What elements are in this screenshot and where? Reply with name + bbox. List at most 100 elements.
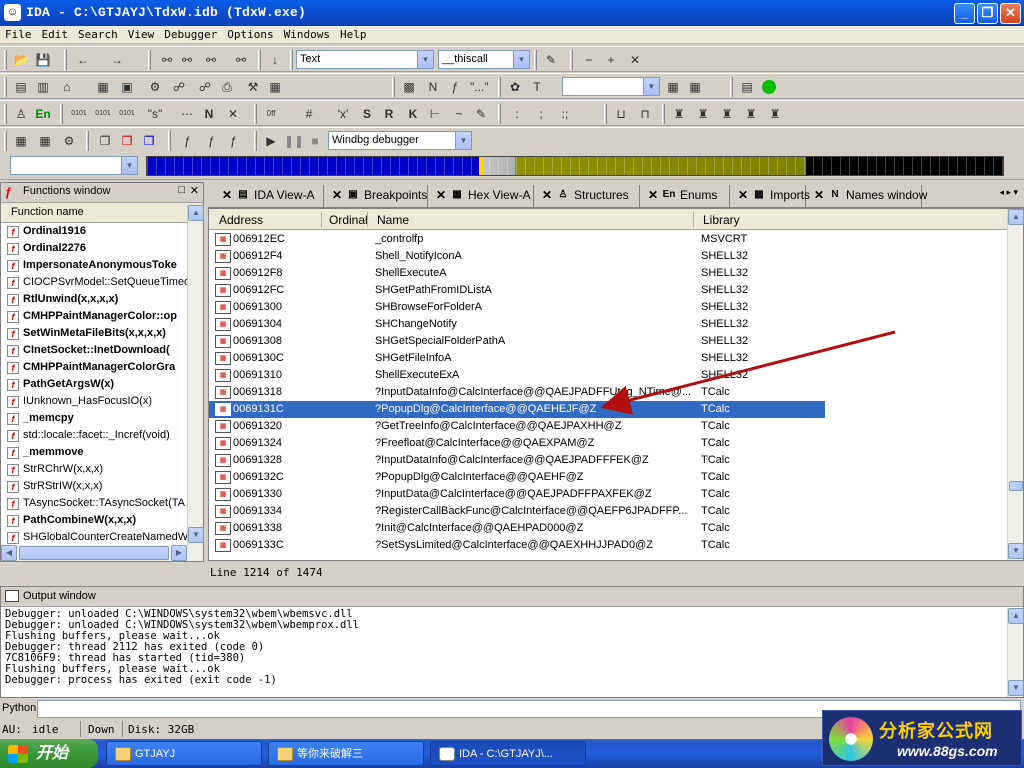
import-row[interactable]: ▦ 0069131C ?PopupDlg@CalcInterface@@QAEHEJ… xyxy=(209,401,825,418)
binoculars-red-icon[interactable]: ⚯ xyxy=(232,51,250,69)
tab-scroll-controls[interactable]: ◂ ▸ ▾ xyxy=(999,187,1018,198)
hidden-area-icon[interactable]: ⊔ xyxy=(612,105,630,123)
comment-icon[interactable]: :; xyxy=(556,105,574,123)
tilde-icon[interactable]: ~ xyxy=(450,105,468,123)
toolbar-grip[interactable] xyxy=(498,77,501,97)
toolbar-grip[interactable] xyxy=(290,50,293,70)
function-item[interactable]: f SHGlobalCounterCreateNamedW( xyxy=(1,529,187,546)
toolbar-grip[interactable] xyxy=(534,50,537,70)
stop-icon[interactable]: ■ xyxy=(306,132,324,150)
function-item[interactable]: f StrRStrIW(x,x,x) xyxy=(1,478,187,495)
tile-icon[interactable]: ❐ xyxy=(140,132,158,150)
import-row[interactable]: ▦ 00691304 SHChangeNotify SHELL32 xyxy=(209,316,825,333)
menu-view[interactable]: View xyxy=(123,26,160,43)
scroll-thumb[interactable] xyxy=(19,546,169,560)
import-row[interactable]: ▦ 00691320 ?GetTreeInfo@CalcInterface@@QAE… xyxy=(209,418,825,435)
function-item[interactable]: f CIOCPSvrModel::SetQueueTimeo xyxy=(1,274,187,291)
toolbar-grip[interactable] xyxy=(4,131,7,151)
task-ida[interactable]: IDA - C:\GTJAYJ\... xyxy=(430,741,586,766)
function-item[interactable]: f CInetSocket::InetDownload( xyxy=(1,342,187,359)
nav-combo[interactable]: ▼ xyxy=(10,156,138,175)
close-icon[interactable]: ✕ xyxy=(738,185,748,205)
function-item[interactable]: f CMHPPaintManagerColor::op xyxy=(1,308,187,325)
binoculars-next-icon[interactable]: ⚯ xyxy=(178,51,196,69)
tree-icon-2[interactable]: ♜ xyxy=(694,105,712,123)
toolbar-grip[interactable] xyxy=(604,104,607,124)
green-light-icon[interactable] xyxy=(760,78,778,96)
house-icon[interactable]: ⌂ xyxy=(58,78,76,96)
function-icon[interactable]: ƒ xyxy=(178,132,196,150)
back-arrow-icon[interactable]: ← xyxy=(74,51,92,69)
open-folder-icon[interactable]: 📂 xyxy=(12,51,30,69)
menu-options[interactable]: Options xyxy=(222,26,278,43)
tree-icon-4[interactable]: ♜ xyxy=(742,105,760,123)
chevron-down-icon[interactable]: ▼ xyxy=(417,51,433,68)
data-icon[interactable]: 0101 xyxy=(94,105,112,123)
output-window-titlebar[interactable]: Output window xyxy=(1,587,1023,607)
maximize-button[interactable]: ❐ xyxy=(977,3,998,24)
toolbar-grip[interactable] xyxy=(4,77,7,97)
function-item[interactable]: f RtlUnwind(x,x,x,x) xyxy=(1,291,187,308)
strings-icon[interactable]: "..." xyxy=(470,78,489,96)
segment-reg-icon[interactable]: S xyxy=(358,105,376,123)
restore-icon[interactable]: □ xyxy=(178,184,185,196)
calculator-icon[interactable]: ▦ xyxy=(94,78,112,96)
delete-segment-icon[interactable]: ▦ xyxy=(686,78,704,96)
function-item[interactable]: f StrRChrW(x,x,x) xyxy=(1,461,187,478)
menu-help[interactable]: Help xyxy=(335,26,372,43)
import-row[interactable]: ▦ 0069130C SHGetFileInfoA SHELL32 xyxy=(209,350,825,367)
function-item[interactable]: f Ordinal1916 xyxy=(1,223,187,240)
menu-file[interactable]: File xyxy=(0,26,37,43)
col-ordinal[interactable]: Ordinal xyxy=(329,213,368,227)
collapse-icon[interactable]: ⊓ xyxy=(636,105,654,123)
print-icon[interactable]: ⎙ xyxy=(218,78,236,96)
bitwise-icon[interactable]: ⊢ xyxy=(426,105,444,123)
undo-icon[interactable]: ✕ xyxy=(224,105,242,123)
import-row[interactable]: ▦ 0069132C ?PopupDlg@CalcInterface@@QAEHF@… xyxy=(209,469,825,486)
flow-chart-icon[interactable]: ☍ xyxy=(196,78,214,96)
scroll-down-icon[interactable]: ▼ xyxy=(1008,680,1024,696)
toolbar-grip[interactable] xyxy=(498,104,501,124)
minimize-button[interactable]: _ xyxy=(954,3,975,24)
toolbar-grip[interactable] xyxy=(254,131,257,151)
k-icon[interactable]: K xyxy=(404,105,422,123)
function-item[interactable]: f Ordinal2276 xyxy=(1,240,187,257)
scroll-left-icon[interactable]: ◀ xyxy=(1,545,17,561)
play-icon[interactable]: ▶ xyxy=(262,132,280,150)
hex-view-icon[interactable]: ▦ xyxy=(36,132,54,150)
toolbar-grip[interactable] xyxy=(570,50,573,70)
tab-imports[interactable]: ✕ ▩ Imports xyxy=(732,185,810,207)
tab-structures[interactable]: ✕ ♙ Structures xyxy=(536,185,640,207)
import-row[interactable]: ▦ 006912FC SHGetPathFromIDListA SHELL32 xyxy=(209,282,825,299)
task-gtjayj[interactable]: GTJAYJ xyxy=(106,741,262,766)
toolbar-grip[interactable] xyxy=(662,104,665,124)
column-divider[interactable] xyxy=(321,212,322,227)
cascade-icon[interactable]: ❐ xyxy=(118,132,136,150)
toolbar-grip[interactable] xyxy=(168,131,171,151)
tree-icon-1[interactable]: ♜ xyxy=(670,105,688,123)
function-calls-icon[interactable]: ⚙ xyxy=(146,78,164,96)
offset-icon[interactable]: 0ff xyxy=(262,105,280,123)
callconv-combo[interactable]: __thiscall ▼ xyxy=(438,50,530,69)
minus-icon[interactable]: − xyxy=(580,51,598,69)
close-icon[interactable]: ✕ xyxy=(190,184,199,197)
chevron-down-icon[interactable]: ▼ xyxy=(643,78,659,95)
colors-icon[interactable]: ▦ xyxy=(266,78,284,96)
tab-ida-view-a[interactable]: ✕ ▤ IDA View-A xyxy=(216,185,324,207)
scroll-up-icon[interactable]: ▲ xyxy=(1008,608,1024,624)
task-folder-2[interactable]: 等你来破解三 xyxy=(268,741,424,766)
function-item[interactable]: f PathCombineW(x,x,x) xyxy=(1,512,187,529)
scroll-up-icon[interactable]: ▲ xyxy=(188,205,204,221)
chevron-down-icon[interactable]: ▼ xyxy=(513,51,529,68)
scroll-thumb[interactable] xyxy=(1009,481,1023,491)
imports-vscrollbar[interactable]: ▲ ▼ xyxy=(1007,209,1024,560)
menu-edit[interactable]: Edit xyxy=(37,26,74,43)
menu-search[interactable]: Search xyxy=(73,26,123,43)
scroll-up-icon[interactable]: ▲ xyxy=(1008,209,1024,225)
wrench-icon[interactable]: ⚒ xyxy=(244,78,262,96)
output-vscrollbar[interactable]: ▲ ▼ xyxy=(1007,608,1024,697)
tab-names-window[interactable]: ✕ N Names window xyxy=(808,185,927,207)
tree-icon-5[interactable]: ♜ xyxy=(766,105,784,123)
toolbar-grip[interactable] xyxy=(4,104,7,124)
column-divider[interactable] xyxy=(367,212,368,227)
